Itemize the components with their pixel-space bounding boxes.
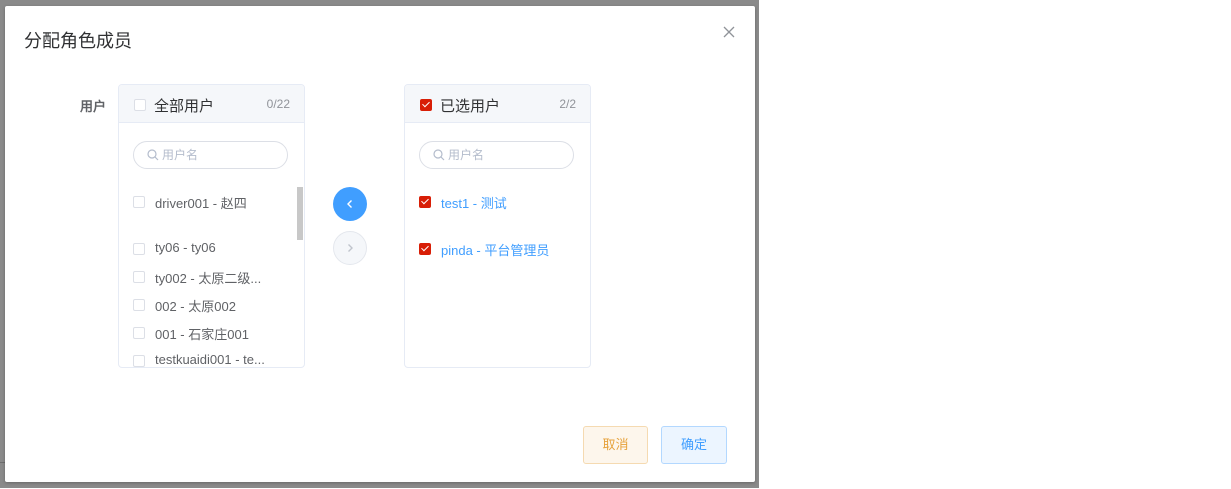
all-users-panel-header: 全部用户 0/22 (119, 85, 304, 123)
list-item-checkbox[interactable] (133, 243, 145, 255)
selected-users-title: 已选用户 (440, 98, 501, 115)
chevron-left-icon (347, 200, 352, 208)
list-item-checkbox[interactable] (133, 327, 145, 339)
close-icon (723, 26, 735, 38)
selected-users-count: 2/2 (559, 97, 576, 111)
list-item-label: ty002 - 太原二级... (155, 271, 262, 286)
all-users-search (133, 141, 288, 169)
confirm-button[interactable]: 确定 (661, 426, 727, 464)
list-item-label: 002 - 太原002 (155, 299, 236, 314)
list-item-label: test1 - 测试 (441, 196, 507, 211)
cancel-button[interactable]: 取消 (583, 426, 648, 464)
move-to-right-button[interactable] (333, 231, 367, 265)
list-item-checkbox[interactable] (419, 243, 431, 255)
dialog-title: 分配角色成员 (24, 31, 132, 51)
all-users-search-input[interactable] (162, 146, 272, 164)
selected-users-panel-header: 已选用户 2/2 (405, 85, 590, 123)
all-users-panel: 全部用户 0/22 driver001 - 赵四 ty06 - ty06 ty0… (118, 84, 305, 368)
all-users-title: 全部用户 (154, 98, 215, 115)
chevron-right-icon (348, 244, 353, 252)
select-all-selected-checkbox[interactable] (420, 99, 432, 111)
list-item-label: ty06 - ty06 (155, 240, 216, 255)
list-item-checkbox[interactable] (133, 355, 145, 367)
list-item-label: pinda - 平台管理员 (441, 243, 550, 258)
selected-users-search-input[interactable] (448, 146, 558, 164)
list-item-label: testkuaidi001 - te... (155, 352, 265, 367)
all-users-count: 0/22 (266, 97, 290, 111)
assign-role-members-dialog: 分配角色成员 用户 全部用户 0/22 driver001 - 赵四 ty06 … (5, 6, 755, 482)
all-users-scrollbar[interactable] (297, 187, 303, 240)
list-item-checkbox[interactable] (133, 299, 145, 311)
list-item-checkbox[interactable] (133, 196, 145, 208)
users-field-label: 用户 (80, 99, 107, 114)
close-button[interactable] (721, 24, 737, 40)
selected-users-panel: 已选用户 2/2 test1 - 测试 pinda - 平台管理员 (404, 84, 591, 368)
list-item-checkbox[interactable] (419, 196, 431, 208)
selected-users-search (419, 141, 574, 169)
list-item-label: 001 - 石家庄001 (155, 327, 249, 342)
move-to-left-button[interactable] (333, 187, 367, 221)
list-item-label: driver001 - 赵四 (155, 196, 247, 211)
select-all-users-checkbox[interactable] (134, 99, 146, 111)
list-item-checkbox[interactable] (133, 271, 145, 283)
search-icon (433, 149, 445, 161)
search-icon (147, 149, 159, 161)
